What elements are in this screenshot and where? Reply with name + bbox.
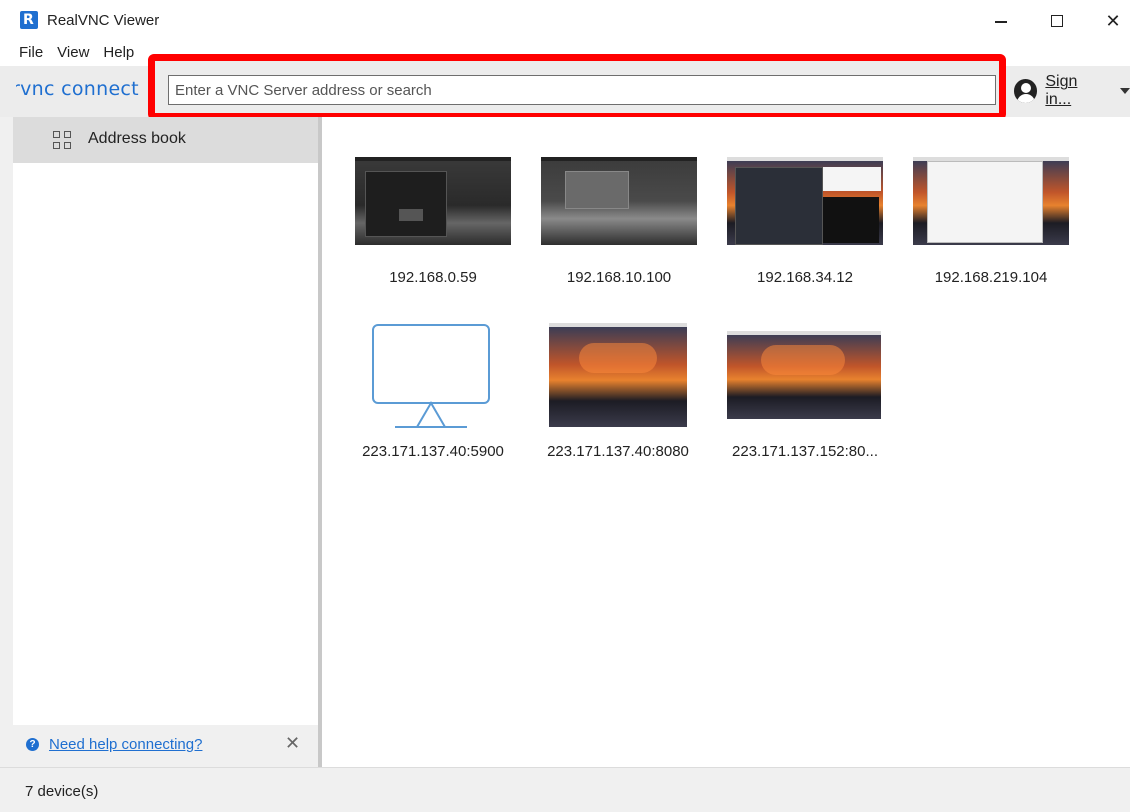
user-avatar-icon: [1014, 79, 1038, 103]
help-connecting-link[interactable]: Need help connecting?: [49, 736, 202, 753]
device-label: 223.171.137.40:5900: [362, 443, 504, 460]
minimize-button[interactable]: [978, 6, 1024, 36]
device-tile[interactable]: 192.168.10.100: [541, 157, 721, 317]
device-tile[interactable]: 223.171.137.40:8080: [547, 323, 729, 483]
grid-icon: [53, 131, 73, 151]
close-help-icon[interactable]: ✕: [285, 733, 300, 754]
device-count: 7 device(s): [25, 783, 99, 800]
device-grid: 192.168.0.59 192.168.10.100 192.168.34.1…: [322, 117, 1130, 767]
minimize-icon: [995, 21, 1007, 23]
status-bar: 7 device(s): [0, 767, 1130, 812]
device-label: 192.168.10.100: [566, 269, 672, 286]
desktop-thumbnail: [913, 157, 1069, 245]
sidebar-item-label: Address book: [88, 130, 186, 147]
device-tile[interactable]: 192.168.219.104: [913, 157, 1093, 317]
chevron-down-icon[interactable]: [1120, 88, 1130, 94]
desktop-thumbnail: [541, 157, 697, 245]
device-label: 223.171.137.152:80...: [732, 443, 878, 460]
search-input[interactable]: [168, 75, 996, 105]
sidebar-item-address-book[interactable]: Address book: [13, 117, 318, 163]
device-tile[interactable]: 192.168.34.12: [727, 157, 907, 317]
sign-in-label: Sign in...: [1045, 73, 1078, 108]
device-label: 223.171.137.40:8080: [547, 443, 689, 460]
desktop-thumbnail: [727, 157, 883, 245]
toolbar: RVNC CONNECT Sign in...: [0, 54, 1130, 120]
realvnc-app-icon: R: [20, 11, 38, 29]
sidebar-panel: [13, 117, 318, 767]
monitor-icon: [372, 324, 490, 428]
desktop-thumbnail: [355, 157, 511, 245]
device-label: 192.168.0.59: [389, 269, 477, 286]
device-label: 192.168.219.104: [934, 269, 1048, 286]
device-label: 192.168.34.12: [757, 269, 853, 286]
search-highlight: [148, 54, 1006, 120]
device-tile[interactable]: 192.168.0.59: [355, 157, 535, 317]
help-panel: ? Need help connecting? ✕: [13, 725, 318, 767]
sign-in-button[interactable]: Sign in...: [1014, 73, 1130, 108]
title-bar: R RealVNC Viewer ✕: [0, 0, 1130, 42]
desktop-thumbnail: [727, 331, 881, 419]
device-tile[interactable]: 223.171.137.152:80...: [727, 331, 907, 491]
menu-view[interactable]: View: [43, 42, 89, 66]
maximize-button[interactable]: [1034, 6, 1080, 36]
desktop-thumbnail: [549, 323, 687, 427]
window-title: RealVNC Viewer: [47, 12, 160, 29]
help-icon: ?: [26, 738, 39, 751]
maximize-icon: [1051, 15, 1063, 27]
sidebar: Address book ? Need help connecting? ✕: [0, 117, 318, 767]
device-tile[interactable]: 223.171.137.40:5900: [355, 323, 535, 483]
menu-help[interactable]: Help: [89, 42, 134, 66]
vnc-connect-logo: RVNC CONNECT: [16, 78, 139, 100]
close-button[interactable]: ✕: [1090, 6, 1130, 36]
menu-file[interactable]: File: [0, 42, 43, 66]
close-icon: ✕: [1105, 10, 1121, 32]
